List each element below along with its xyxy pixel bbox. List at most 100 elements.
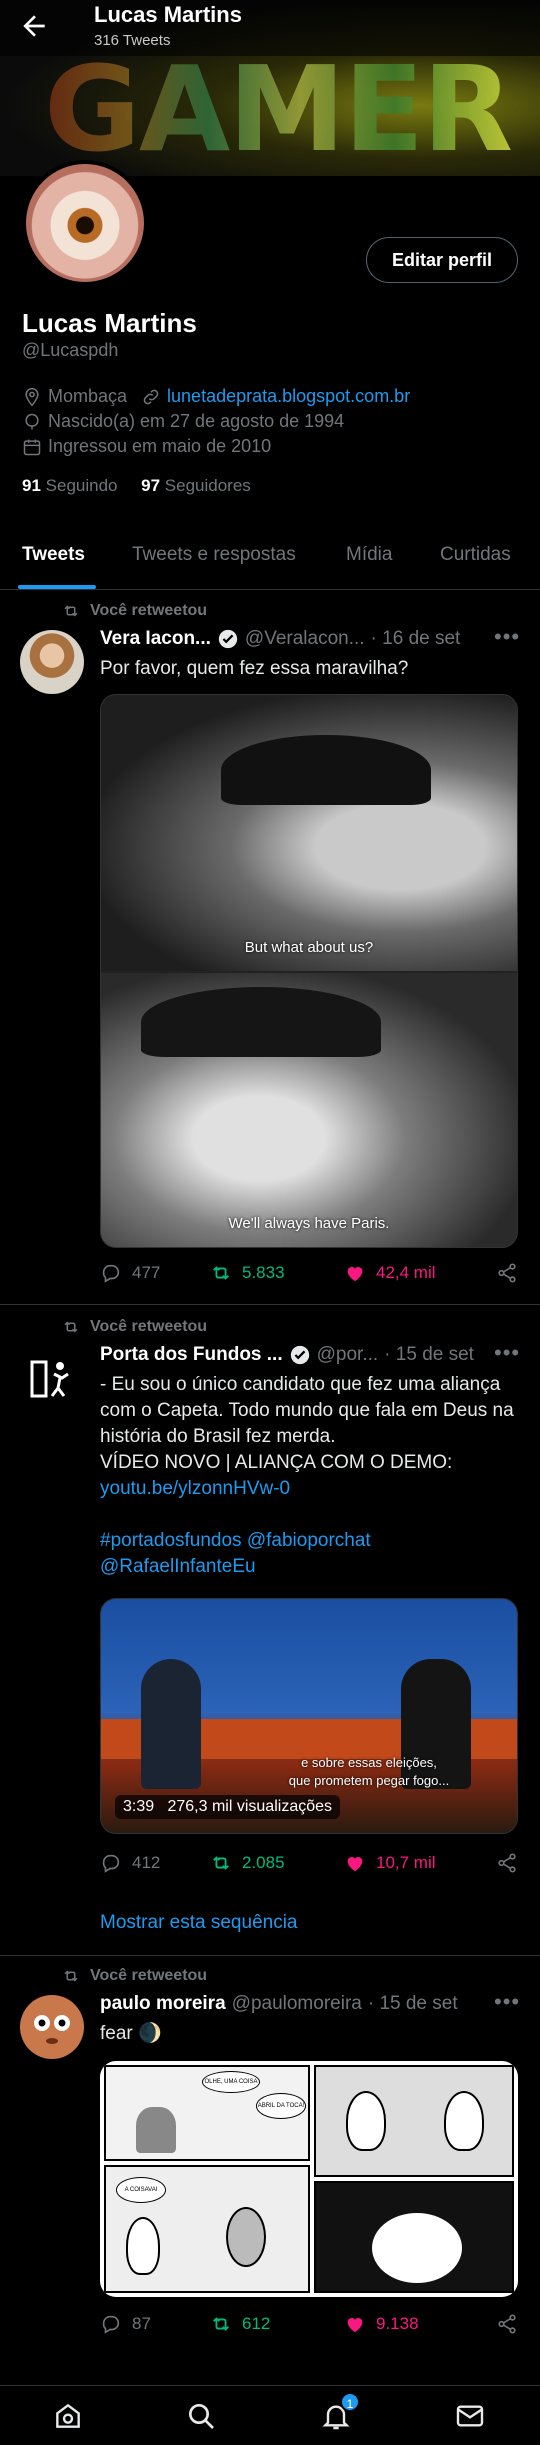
tweet-text: - Eu sou o único candidato que fez uma a… bbox=[100, 1372, 520, 1580]
video-caption-1: e sobre essas eleições, bbox=[301, 1755, 437, 1770]
like-count: 10,7 mil bbox=[376, 1853, 436, 1872]
avatar[interactable] bbox=[20, 630, 84, 694]
tweet-hashtags[interactable]: #portadosfundos @fabioporchat bbox=[100, 1528, 520, 1554]
comic-speech-bubble: ABRIL DA TOCA! bbox=[256, 2093, 306, 2119]
share-icon[interactable] bbox=[496, 1852, 518, 1874]
tweet-header: paulo moreira @paulomoreira · 15 de set bbox=[100, 1993, 458, 2015]
tweet-actions: 87 612 9.138 bbox=[100, 2313, 520, 2339]
comic-panel: OLHE, UMA COISA FEIA! ABRIL DA TOCA! bbox=[104, 2065, 310, 2161]
share-icon[interactable] bbox=[496, 1262, 518, 1284]
reply-count: 412 bbox=[132, 1853, 161, 1872]
tweet-date[interactable]: · 15 de set bbox=[384, 1344, 474, 1366]
search-icon[interactable] bbox=[185, 2400, 217, 2432]
comic-speech-bubble: A COISAVAI SUMINDO... bbox=[116, 2177, 166, 2203]
tweet-date[interactable]: · 15 de set bbox=[368, 1993, 458, 2015]
reply-button[interactable]: 87 bbox=[100, 2313, 151, 2335]
author-handle[interactable]: @por... bbox=[317, 1344, 379, 1366]
like-button[interactable]: 10,7 mil bbox=[344, 1852, 436, 1874]
tweet-video[interactable]: e sobre essas eleições, que prometem peg… bbox=[100, 1598, 518, 1834]
tweet-actions: 412 2.085 10,7 mil bbox=[100, 1852, 520, 1878]
banner-text: GAMER bbox=[44, 40, 513, 176]
more-options-icon[interactable]: ••• bbox=[494, 1340, 520, 1366]
tab-media[interactable]: Mídia bbox=[346, 544, 392, 566]
edit-profile-button[interactable]: Editar perfil bbox=[366, 237, 518, 283]
author-name[interactable]: Porta dos Fundos ... bbox=[100, 1344, 283, 1366]
retweet-label: Você retweetou bbox=[90, 1318, 208, 1335]
tweet-actions: 477 5.833 42,4 mil bbox=[100, 1262, 520, 1288]
profile-website-link[interactable]: lunetadeprata.blogspot.com.br bbox=[167, 386, 410, 407]
reply-count: 477 bbox=[132, 1263, 161, 1282]
retweet-button[interactable]: 2.085 bbox=[210, 1852, 285, 1874]
comic-panel bbox=[314, 2181, 514, 2293]
avatar[interactable] bbox=[20, 1348, 84, 1412]
hat-shape bbox=[141, 987, 381, 1057]
more-options-icon[interactable]: ••• bbox=[494, 1989, 520, 2015]
retweet-icon bbox=[213, 1856, 229, 1870]
profile-location-row: Mombaça lunetadeprata.blogspot.com.br bbox=[22, 386, 410, 407]
more-options-icon[interactable]: ••• bbox=[494, 624, 520, 650]
tweet[interactable]: Você retweetou paulo moreira @paulomorei… bbox=[0, 1957, 540, 2385]
tweet-text: Por favor, quem fez essa maravilha? bbox=[100, 658, 409, 679]
show-thread-link[interactable]: Mostrar esta sequência bbox=[100, 1912, 298, 1934]
reply-icon bbox=[102, 1264, 120, 1283]
like-button[interactable]: 9.138 bbox=[344, 2313, 419, 2335]
location-pin-icon bbox=[25, 387, 39, 406]
tab-tweets-and-replies[interactable]: Tweets e respostas bbox=[132, 544, 296, 566]
active-tab-indicator bbox=[18, 585, 96, 589]
tweet-date[interactable]: · 16 de set bbox=[371, 628, 461, 650]
tweet-comic-image[interactable]: OLHE, UMA COISA FEIA! ABRIL DA TOCA! A C… bbox=[100, 2061, 518, 2297]
comic-penguin bbox=[444, 2091, 484, 2151]
follow-stats: 91 Seguindo 97 Seguidores bbox=[22, 476, 251, 496]
home-icon[interactable] bbox=[52, 2400, 84, 2432]
tweet[interactable]: Você retweetou Vera Iacon... @Veralacon.… bbox=[0, 590, 540, 1305]
verified-badge-icon bbox=[290, 1345, 309, 1365]
hat-shape bbox=[221, 735, 431, 805]
comic-penguin bbox=[346, 2091, 386, 2151]
heart-icon bbox=[347, 1857, 363, 1872]
retweet-count: 612 bbox=[242, 2314, 271, 2333]
tweet-header: Porta dos Fundos ... @por... · 15 de set bbox=[100, 1344, 474, 1366]
reply-icon bbox=[102, 1854, 120, 1873]
tweet-image[interactable]: But what about us? We'll always have Par… bbox=[100, 694, 518, 1248]
like-count: 9.138 bbox=[376, 2314, 419, 2333]
profile-avatar[interactable] bbox=[22, 160, 148, 286]
following-link[interactable]: 91 Seguindo bbox=[22, 476, 118, 495]
profile-joined: Ingressou em maio de 2010 bbox=[48, 436, 272, 456]
video-info-overlay: 3:39 276,3 mil visualizações bbox=[115, 1795, 341, 1819]
retweet-button[interactable]: 5.833 bbox=[210, 1262, 285, 1284]
mail-icon[interactable] bbox=[454, 2400, 486, 2432]
reply-button[interactable]: 477 bbox=[100, 1262, 160, 1284]
tab-tweets[interactable]: Tweets bbox=[22, 544, 85, 566]
comic-panel bbox=[314, 2065, 514, 2177]
author-name[interactable]: paulo moreira bbox=[100, 1993, 226, 2015]
tweet-text-line: VÍDEO NOVO | ALIANÇA COM O DEMO: bbox=[100, 1452, 453, 1473]
profile-name: Lucas Martins bbox=[22, 308, 197, 338]
author-handle[interactable]: @paulomoreira bbox=[232, 1993, 362, 2015]
followers-link[interactable]: 97 Seguidores bbox=[141, 476, 251, 495]
comic-panel: A COISAVAI SUMINDO... bbox=[104, 2165, 310, 2293]
tweet[interactable]: Você retweetou Porta dos Fundos ... @por… bbox=[0, 1306, 540, 1956]
reply-count: 87 bbox=[132, 2314, 151, 2333]
avatar[interactable] bbox=[20, 1995, 84, 2059]
image-subtitle-top: But what about us? bbox=[244, 939, 374, 956]
share-icon[interactable] bbox=[496, 2313, 518, 2335]
tweet-mention[interactable]: @RafaelInfanteEu bbox=[100, 1554, 520, 1580]
retweet-count: 2.085 bbox=[242, 1853, 285, 1872]
header-title: Lucas Martins bbox=[94, 2, 242, 27]
author-handle[interactable]: @Veralacon... bbox=[245, 628, 365, 650]
retweet-icon bbox=[213, 2317, 229, 2331]
tweet-text: fear 🌒 bbox=[100, 2023, 162, 2044]
image-subtitle-bottom: We'll always have Paris. bbox=[228, 1215, 390, 1232]
like-button[interactable]: 42,4 mil bbox=[344, 1262, 436, 1284]
back-arrow-icon[interactable] bbox=[18, 10, 50, 42]
retweet-button[interactable]: 612 bbox=[210, 2313, 270, 2335]
retweet-icon bbox=[64, 605, 78, 617]
tweet-link[interactable]: youtu.be/ylzonnHVw-0 bbox=[100, 1476, 520, 1502]
retweet-label: Você retweetou bbox=[90, 1967, 208, 1984]
retweet-icon bbox=[64, 1970, 78, 1982]
reply-button[interactable]: 412 bbox=[100, 1852, 160, 1874]
tab-likes[interactable]: Curtidas bbox=[440, 544, 511, 566]
retweet-context: Você retweetou bbox=[62, 1318, 207, 1336]
comic-speech-bubble: OLHE, UMA COISA FEIA! bbox=[202, 2071, 260, 2093]
author-name[interactable]: Vera Iacon... bbox=[100, 628, 211, 650]
